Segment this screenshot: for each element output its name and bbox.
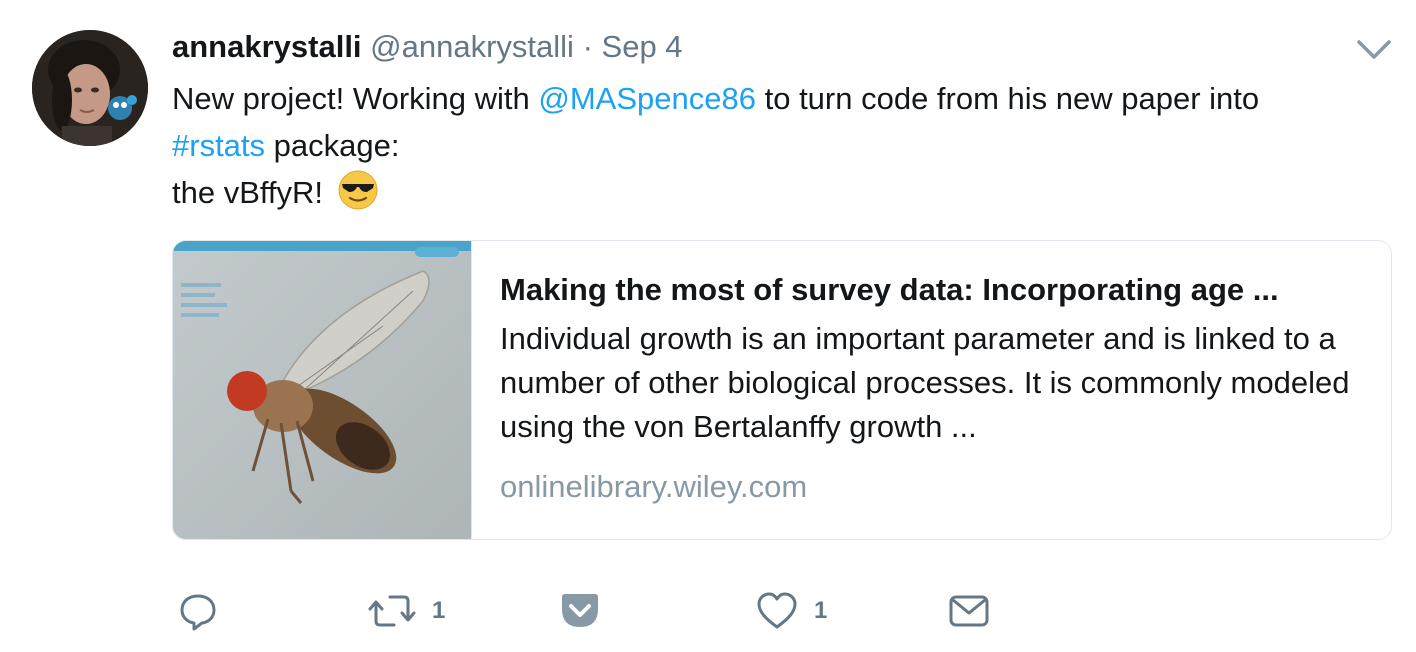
- author-name[interactable]: annakrystalli: [172, 29, 362, 64]
- tweet-text-segment: package:: [265, 128, 400, 163]
- retweet-icon: [368, 591, 416, 631]
- sunglasses-emoji-icon: [337, 169, 379, 211]
- pocket-button[interactable]: [558, 588, 602, 634]
- avatar-image: [32, 30, 148, 146]
- avatar[interactable]: [32, 30, 148, 146]
- tweet-text: New project! Working with @MASpence86 to…: [172, 75, 1392, 216]
- card-domain: onlinelibrary.wiley.com: [500, 469, 808, 504]
- link-preview-card[interactable]: Making the most of survey data: Incorpor…: [172, 240, 1392, 540]
- envelope-icon: [948, 591, 990, 631]
- card-title: Making the most of survey data: Incorpor…: [500, 272, 1279, 307]
- retweet-button[interactable]: 1: [368, 588, 445, 634]
- like-count: 1: [814, 597, 828, 624]
- tweet-header: annakrystalli @annakrystalli · Sep 4: [172, 28, 683, 66]
- tweet: annakrystalli @annakrystalli · Sep 4 New…: [0, 0, 1416, 652]
- tweet-text-segment: the vBffyR!: [172, 175, 324, 210]
- heart-icon: [756, 591, 798, 631]
- reply-icon: [178, 591, 218, 631]
- retweet-count: 1: [432, 597, 446, 624]
- tweet-text-segment: New project! Working with: [172, 81, 539, 116]
- like-button[interactable]: 1: [756, 588, 827, 634]
- more-options-chevron-down-icon[interactable]: [1355, 38, 1393, 62]
- header-separator: ·: [582, 29, 593, 64]
- tweet-text-segment: to turn code from his new paper into: [755, 81, 1260, 116]
- reply-button[interactable]: [178, 588, 218, 634]
- card-body: Making the most of survey data: Incorpor…: [500, 265, 1370, 507]
- tweet-timestamp[interactable]: Sep 4: [602, 29, 683, 64]
- hashtag-link[interactable]: #rstats: [172, 128, 265, 163]
- direct-message-button[interactable]: [948, 588, 990, 634]
- mention-link[interactable]: @MASpence86: [538, 81, 756, 116]
- card-description: Individual growth is an important parame…: [500, 321, 1350, 444]
- pocket-icon: [558, 591, 602, 631]
- author-handle[interactable]: @annakrystalli: [370, 29, 574, 64]
- card-thumbnail-fruit-fly-image: [173, 241, 472, 539]
